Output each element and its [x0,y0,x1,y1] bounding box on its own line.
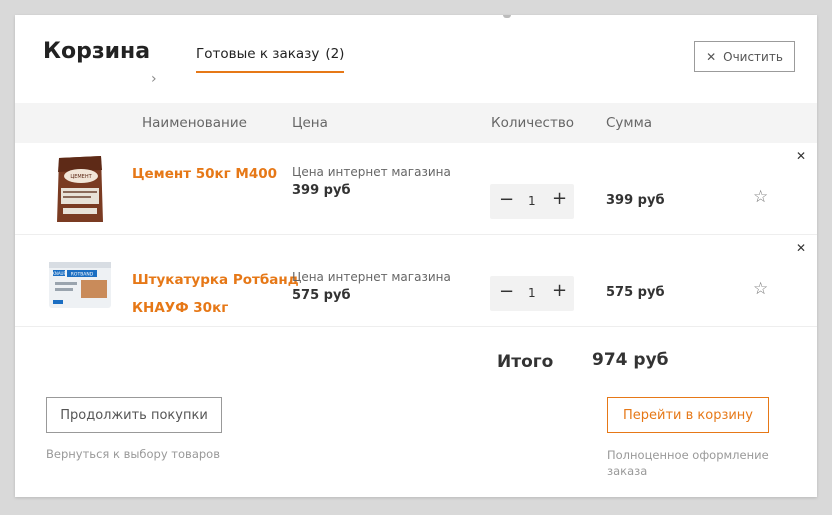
continue-hint: Вернуться к выбору товаров [46,447,220,461]
cart-title: Корзина [43,39,151,64]
star-icon[interactable]: ☆ [753,279,768,299]
row-sum: 575 руб [606,285,665,300]
close-icon[interactable]: ✕ [796,241,806,255]
product-name[interactable]: Цемент 50кг М400 [132,160,277,188]
tab-count: (2) [325,46,345,62]
price-label: Цена интернет магазина [292,165,451,179]
clear-cart-label: Очистить [723,49,783,64]
tab-ready-to-order[interactable]: Готовые к заказу (2) [196,46,345,73]
table-row: KNAUF ROTBAND Штукатурка Ротбанд КНАУФ 3… [15,236,817,327]
clear-cart-button[interactable]: ✕ Очистить [694,41,795,72]
column-quantity: Количество [491,115,575,131]
quantity-stepper: − 1 + [490,276,574,311]
price-label: Цена интернет магазина [292,270,451,284]
total-label: Итого [497,352,554,372]
product-price: 575 руб [292,288,351,303]
star-icon[interactable]: ☆ [753,187,768,207]
table-row: ЦЕМЕНТ Цемент 50кг М400 Цена интернет ма… [15,144,817,235]
close-icon: ✕ [706,49,717,64]
table-header: Наименование Цена Количество Сумма [15,103,817,143]
quantity-value[interactable]: 1 [528,194,536,208]
cart-popup: Корзина › Готовые к заказу (2) ✕ Очистить… [15,15,817,497]
increase-quantity-button[interactable]: + [552,188,567,209]
quantity-value[interactable]: 1 [528,286,536,300]
svg-text:KNAUF: KNAUF [52,271,66,276]
close-icon[interactable]: ✕ [796,149,806,163]
column-sum: Сумма [606,115,653,131]
popup-handle [503,15,511,18]
product-name[interactable]: Штукатурка Ротбанд КНАУФ 30кг [132,266,299,322]
decrease-quantity-button[interactable]: − [499,281,514,302]
row-sum: 399 руб [606,193,665,208]
svg-text:ЦЕМЕНТ: ЦЕМЕНТ [70,174,92,180]
svg-text:ROTBAND: ROTBAND [71,272,94,278]
decrease-quantity-button[interactable]: − [499,189,514,210]
go-to-cart-button[interactable]: Перейти в корзину [607,397,769,433]
increase-quantity-button[interactable]: + [552,280,567,301]
tab-label: Готовые к заказу [196,46,320,62]
column-name: Наименование [142,115,247,131]
total-value: 974 руб [592,350,669,370]
column-price: Цена [292,115,328,131]
chevron-right-icon[interactable]: › [151,71,157,87]
checkout-hint: Полноценное оформление заказа [607,448,769,478]
product-price: 399 руб [292,183,351,198]
continue-shopping-button[interactable]: Продолжить покупки [46,397,222,433]
quantity-stepper: − 1 + [490,184,574,219]
product-image-cement[interactable]: ЦЕМЕНТ [45,154,115,224]
product-image-plaster[interactable]: KNAUF ROTBAND [45,246,115,316]
